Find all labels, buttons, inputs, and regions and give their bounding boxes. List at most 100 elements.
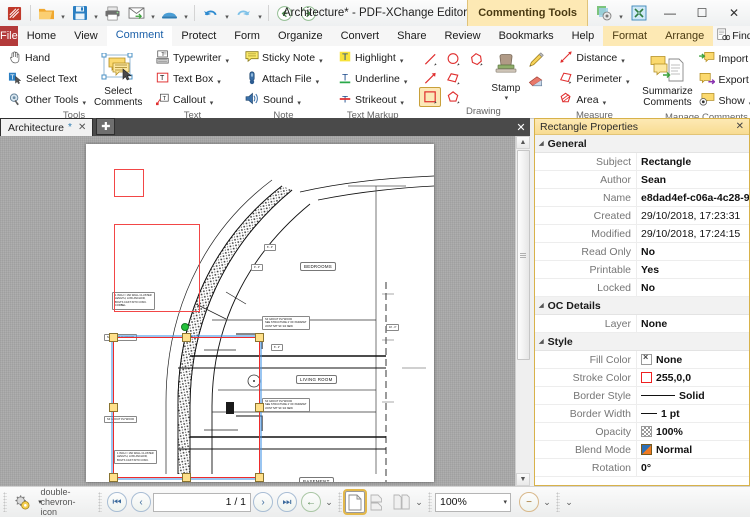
rectangle-tool-button[interactable] <box>419 87 442 107</box>
attach-file-dropdown-icon[interactable]: ▾ <box>316 78 320 88</box>
other-tools-button[interactable]: Other Tools ▾ <box>4 90 90 110</box>
property-row-border-width[interactable]: Border Width 1 pt <box>535 405 749 423</box>
open-dropdown-icon[interactable]: ▾ <box>59 0 67 26</box>
scan-icon[interactable] <box>158 2 181 25</box>
tab-help[interactable]: Help <box>563 26 604 46</box>
distance-dropdown-icon[interactable]: ▾ <box>621 57 625 67</box>
property-value-layer[interactable]: None <box>637 315 749 332</box>
resize-handle-middle-left[interactable] <box>109 403 118 412</box>
rectangle-annotation-medium[interactable] <box>114 224 200 312</box>
document-tab-architecture[interactable]: Architecture * ✕ <box>0 118 94 136</box>
document-viewport[interactable]: 8' - 0" 9' - 0" 8' - 2" 40' - 0" BEDROOM… <box>0 122 530 486</box>
save-icon[interactable] <box>68 2 91 25</box>
redo-dropdown-icon[interactable]: ▾ <box>256 0 264 26</box>
text-box-dropdown-icon[interactable]: ▾ <box>217 78 221 88</box>
single-page-layout-button[interactable] <box>343 489 367 515</box>
property-value-blend-mode-cell[interactable]: Normal <box>637 441 749 458</box>
statusbar-grip-2[interactable] <box>98 492 102 512</box>
property-value-border-style-cell[interactable]: Solid <box>637 387 749 404</box>
sound-dropdown-icon[interactable]: ▾ <box>297 99 301 109</box>
tab-form[interactable]: Form <box>225 26 269 46</box>
polygon-tool-button[interactable] <box>442 87 464 107</box>
undo-dropdown-icon[interactable]: ▾ <box>223 0 231 26</box>
document-tab-close-icon[interactable]: ✕ <box>76 122 88 133</box>
maximize-button[interactable]: ☐ <box>686 0 718 26</box>
property-row-locked[interactable]: Locked No <box>535 279 749 297</box>
property-row-name[interactable]: Name e8dad4ef-c06a-4c28-9d3f637fc5... <box>535 189 749 207</box>
polyline-tool-button[interactable] <box>442 68 464 88</box>
prev-page-button[interactable]: ‹ <box>129 490 153 514</box>
zoom-level-combobox[interactable]: 100% ▾ <box>435 492 511 512</box>
stamp-button[interactable]: Stamp ▾ <box>489 49 522 105</box>
undo-icon[interactable] <box>199 2 222 25</box>
property-row-blend-mode[interactable]: Blend Mode Normal <box>535 441 749 459</box>
pencil-button[interactable] <box>524 49 548 69</box>
properties-section-general[interactable]: ◢ General <box>535 135 749 153</box>
perimeter-button[interactable]: Perimeter ▾ <box>555 69 633 89</box>
close-button[interactable]: ✕ <box>718 0 750 26</box>
property-row-modified[interactable]: Modified 29/10/2018, 17:24:15 <box>535 225 749 243</box>
eraser-button[interactable] <box>524 72 548 92</box>
back-view-button[interactable]: ← <box>299 490 323 514</box>
continuous-layout-button[interactable] <box>365 490 389 514</box>
section-collapse-icon-oc[interactable]: ◢ <box>539 302 544 309</box>
property-value-stroke-color-cell[interactable]: 255,0,0 <box>637 369 749 386</box>
forward-icon[interactable] <box>297 2 320 25</box>
resize-handle-bottom-left[interactable] <box>109 473 118 482</box>
scroll-thumb[interactable] <box>517 150 530 360</box>
resize-handle-bottom-right[interactable] <box>255 473 264 482</box>
strikeout-button[interactable]: T Strikeout ▾ <box>334 90 411 110</box>
property-row-read-only[interactable]: Read Only No <box>535 243 749 261</box>
resize-handle-middle-right[interactable] <box>255 403 264 412</box>
export-comments-button[interactable]: Export <box>695 70 750 90</box>
typewriter-dropdown-icon[interactable]: ▾ <box>225 57 229 67</box>
tab-bookmarks[interactable]: Bookmarks <box>490 26 563 46</box>
property-row-rotation[interactable]: Rotation 0° <box>535 459 749 477</box>
status-settings-button[interactable] <box>10 490 34 514</box>
attach-file-button[interactable]: Attach File ▾ <box>241 69 327 89</box>
open-icon[interactable] <box>35 2 58 25</box>
show-comments-button[interactable]: Show ▾ <box>695 91 750 111</box>
typewriter-button[interactable]: T Typewriter ▾ <box>152 48 233 68</box>
area-dropdown-icon[interactable]: ▾ <box>603 99 607 109</box>
tab-format[interactable]: Format <box>603 26 657 46</box>
statusbar-grip-3[interactable] <box>338 492 342 512</box>
property-value-subject[interactable]: Rectangle <box>637 153 749 170</box>
scroll-up-arrow-icon[interactable]: ▲ <box>516 136 530 149</box>
fullscreen-icon[interactable] <box>627 2 650 25</box>
rectangle-annotation-selected[interactable] <box>111 335 262 480</box>
minimize-button[interactable]: — <box>654 0 686 26</box>
tab-protect[interactable]: Protect <box>172 26 225 46</box>
underline-dropdown-icon[interactable]: ▾ <box>404 78 408 88</box>
resize-handle-top-left[interactable] <box>109 333 118 342</box>
app-logo-icon[interactable] <box>3 2 26 25</box>
highlight-dropdown-icon[interactable]: ▾ <box>400 57 404 67</box>
property-row-stroke-color[interactable]: Stroke Color 255,0,0 <box>535 369 749 387</box>
property-value-name[interactable]: e8dad4ef-c06a-4c28-9d3f637fc5... <box>637 189 749 206</box>
callout-button[interactable]: T Callout ▾ <box>152 90 233 110</box>
property-row-fill-color[interactable]: Fill Color None <box>535 351 749 369</box>
layout-expand-icon[interactable]: ⌄ <box>413 490 425 514</box>
properties-panel-close-icon[interactable]: ✕ <box>734 121 746 132</box>
tab-review[interactable]: Review <box>435 26 489 46</box>
tab-home[interactable]: Home <box>18 26 65 46</box>
customize-icon[interactable] <box>592 2 615 25</box>
sticky-note-button[interactable]: Sticky Note ▾ <box>241 48 327 68</box>
hand-tool-button[interactable]: Hand <box>4 48 90 68</box>
zoom-dropdown-icon[interactable]: ▾ <box>503 498 507 506</box>
document-close-icon[interactable]: ✕ <box>514 120 528 134</box>
property-row-author[interactable]: Author Sean <box>535 171 749 189</box>
back-icon[interactable] <box>273 2 296 25</box>
property-row-border-style[interactable]: Border Style Solid <box>535 387 749 405</box>
email-icon[interactable] <box>125 2 148 25</box>
property-value-printable[interactable]: Yes <box>637 261 749 278</box>
statusbar-grip-5[interactable] <box>556 492 560 512</box>
rectangle-annotation-small[interactable] <box>114 169 144 197</box>
text-box-button[interactable]: T Text Box ▾ <box>152 69 233 89</box>
tab-comment[interactable]: Comment <box>106 26 173 46</box>
customize-dropdown-icon[interactable]: ▾ <box>617 0 625 26</box>
select-comments-button[interactable]: Select Comments <box>92 50 144 109</box>
tab-view[interactable]: View <box>65 26 107 46</box>
tab-convert[interactable]: Convert <box>332 26 389 46</box>
resize-handle-top-center[interactable] <box>182 333 191 342</box>
